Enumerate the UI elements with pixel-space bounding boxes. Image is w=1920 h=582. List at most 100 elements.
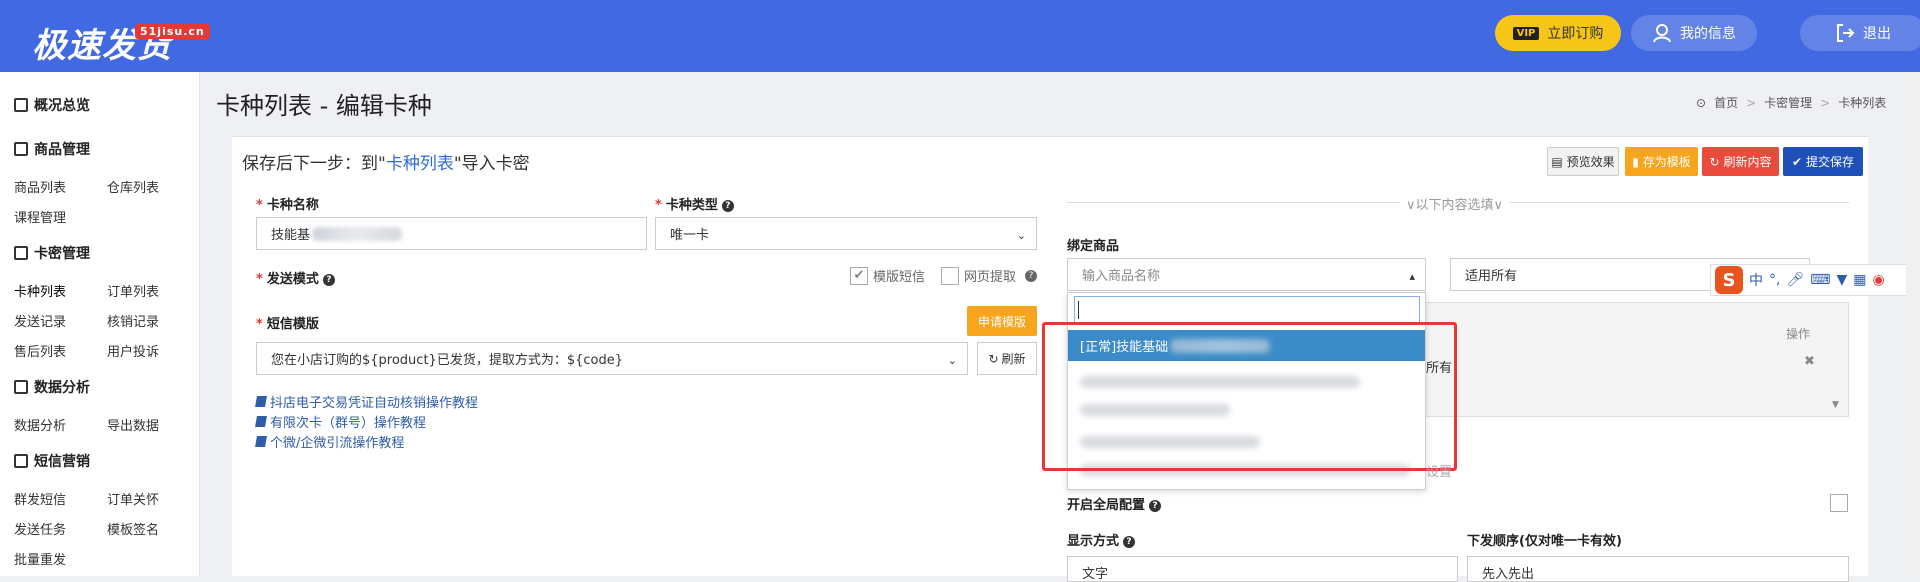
chart-icon (14, 380, 28, 394)
breadcrumb: ⊙ 首页 > 卡密管理 > 卡种列表 (1696, 94, 1887, 111)
save-template-button[interactable]: ▮ 存为模板 (1625, 147, 1698, 176)
my-info-button[interactable]: 我的信息 (1631, 15, 1757, 51)
sidebar-item-template-sign[interactable]: 模板签名 (107, 519, 159, 538)
breadcrumb-card-mgmt[interactable]: 卡密管理 (1764, 94, 1812, 111)
mic-icon[interactable]: 🎤︎ (1786, 272, 1804, 288)
card-list-link[interactable]: 卡种列表 (386, 154, 454, 174)
book-icon (255, 396, 267, 407)
display-mode-label: 显示方式? (1067, 530, 1136, 549)
submit-save-button[interactable]: ✔ 提交保存 (1783, 147, 1863, 176)
text-cursor (1078, 301, 1079, 319)
my-info-label: 我的信息 (1680, 26, 1736, 42)
vip-icon: VIP (1512, 26, 1540, 40)
settings-icon[interactable]: ◉ (1872, 272, 1884, 288)
book-icon (255, 436, 267, 447)
goods-search-select[interactable]: 输入商品名称 ▴ (1067, 258, 1426, 291)
subscribe-label: 立即订购 (1547, 26, 1604, 42)
help-icon[interactable]: ? (322, 273, 335, 286)
order-select[interactable]: 先入先出 (1467, 556, 1849, 582)
tutorial-link-2[interactable]: 有限次卡（群号）操作教程 (255, 412, 426, 431)
sms-refresh-button[interactable]: ↻ 刷新 (977, 342, 1037, 375)
sidebar-item-order-care[interactable]: 订单关怀 (107, 489, 159, 508)
breadcrumb-card-list: 卡种列表 (1838, 96, 1887, 110)
web-pick-checkbox[interactable]: 网页提取? (941, 266, 1038, 285)
tutorial-link-3[interactable]: 个微/企微引流操作教程 (255, 432, 404, 451)
logout-label: 退出 (1863, 26, 1891, 42)
checkbox-empty-icon (941, 266, 959, 285)
tutorial-link-1[interactable]: 抖店电子交易凭证自动核销操作教程 (255, 392, 478, 411)
ime-toolbar: S 中 °, 🎤︎ ⌨ ▼ ▦ ◉ (1710, 264, 1915, 296)
user-icon (1653, 24, 1671, 43)
brand-logo[interactable]: 极速发货 51jisu.cn (32, 18, 210, 67)
chevron-down-icon: ⌄ (1016, 229, 1026, 242)
home-icon (14, 98, 28, 112)
sms-icon (14, 454, 28, 468)
ime-punct-icon[interactable]: °, (1769, 272, 1780, 288)
sms-template-checkbox[interactable]: ✔ 模版短信 (850, 266, 925, 285)
breadcrumb-home[interactable]: 首页 (1714, 94, 1738, 111)
sidebar-item-goods-list[interactable]: 商品列表 (14, 177, 66, 196)
optional-divider-label: ∨以下内容选填∨ (1400, 194, 1510, 213)
preview-icon: ▤ (1551, 154, 1563, 169)
bookmark-icon: ▮ (1632, 154, 1639, 169)
card-name-label: * 卡种名称 (256, 198, 319, 213)
sidebar-item-mass-sms[interactable]: 群发短信 (14, 489, 66, 508)
sidebar-card-mgmt[interactable]: 卡密管理 (14, 243, 90, 263)
ime-logo-icon[interactable]: S (1715, 266, 1743, 294)
preview-button[interactable]: ▤ 预览效果 (1547, 147, 1619, 176)
brand-badge: 51jisu.cn (135, 24, 210, 39)
refresh-content-button[interactable]: ↻ 刷新内容 (1702, 147, 1779, 176)
book-icon (255, 416, 267, 427)
sms-template-select[interactable]: 您在小店订购的${product}已发货，提取方式为：${code} ⌄ (256, 342, 968, 375)
bind-goods-label: 绑定商品 (1067, 239, 1120, 254)
logout-button[interactable]: 退出 (1800, 15, 1920, 51)
sidebar-overview[interactable]: 概况总览 (14, 95, 90, 115)
global-config-checkbox[interactable] (1830, 494, 1848, 512)
check-icon: ✔ (1791, 154, 1803, 169)
ime-lang-icon[interactable]: 中 (1749, 270, 1763, 290)
page-scrollbar[interactable] (1906, 72, 1920, 576)
panel-title: 保存后下一步：到"卡种列表"导入卡密 (242, 154, 530, 174)
sidebar-item-aftersale-list[interactable]: 售后列表 (14, 341, 66, 360)
sidebar-goods-mgmt[interactable]: 商品管理 (14, 139, 90, 159)
sidebar-data-analysis[interactable]: 数据分析 (14, 377, 90, 397)
sidebar-sms-marketing[interactable]: 短信营销 (14, 451, 90, 471)
sidebar-item-data-analysis[interactable]: 数据分析 (14, 415, 66, 434)
order-label: 下发顺序(仅对唯一卡有效) (1467, 534, 1622, 549)
sidebar-item-user-complaints[interactable]: 用户投诉 (107, 341, 159, 360)
sidebar-item-card-list[interactable]: 卡种列表 (14, 281, 66, 300)
sidebar-item-warehouse-list[interactable]: 仓库列表 (107, 177, 159, 196)
sidebar-item-send-records[interactable]: 发送记录 (14, 311, 66, 330)
sidebar-item-verify-records[interactable]: 核销记录 (107, 311, 159, 330)
help-icon[interactable]: ? (1123, 535, 1136, 548)
dashboard-icon: ⊙ (1696, 95, 1707, 110)
refresh-icon: ↻ (1709, 154, 1720, 169)
skin-icon[interactable]: ▼ (1836, 272, 1847, 288)
card-type-select[interactable]: 唯一卡 ⌄ (655, 217, 1037, 250)
keyboard-icon[interactable]: ⌨ (1810, 272, 1830, 288)
action-column-header: 操作 (1786, 327, 1811, 341)
help-icon[interactable]: ? (721, 199, 734, 212)
page-title: 卡种列表 - 编辑卡种 (216, 92, 432, 120)
chevron-down-icon: ⌄ (947, 354, 957, 367)
refresh-icon: ↻ (988, 351, 999, 366)
card-name-input[interactable]: 技能基 (256, 217, 647, 250)
card-icon (14, 246, 28, 260)
shop-icon (14, 142, 28, 156)
display-mode-select[interactable]: 文字 (1067, 556, 1458, 582)
dropdown-search-input[interactable] (1074, 296, 1420, 325)
help-icon[interactable]: ? (1025, 269, 1038, 282)
grid-icon[interactable]: ▦ (1853, 272, 1866, 288)
subscribe-button[interactable]: VIP 立即订购 (1495, 15, 1621, 51)
sms-template-label: * 短信模版 (256, 317, 319, 332)
highlight-box (1042, 322, 1457, 471)
scroll-down-icon[interactable]: ▼ (1832, 400, 1839, 410)
sidebar-item-export-data[interactable]: 导出数据 (107, 415, 159, 434)
sidebar-item-send-tasks[interactable]: 发送任务 (14, 519, 66, 538)
sidebar-item-batch-resend[interactable]: 批量重发 (14, 549, 66, 568)
apply-template-button[interactable]: 申请模版 (967, 306, 1037, 336)
sidebar-item-course-mgmt[interactable]: 课程管理 (14, 207, 66, 226)
remove-icon[interactable]: ✖ (1804, 354, 1815, 369)
help-icon[interactable]: ? (1149, 499, 1162, 512)
sidebar-item-order-list[interactable]: 订单列表 (107, 281, 159, 300)
